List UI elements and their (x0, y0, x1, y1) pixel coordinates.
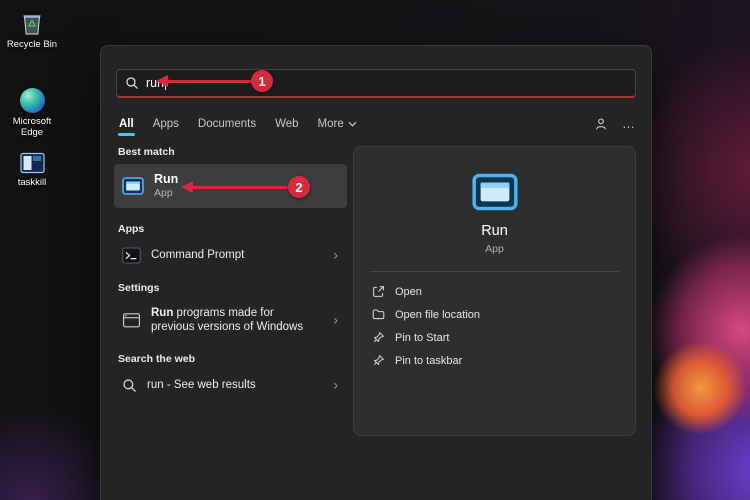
chevron-right-icon[interactable]: › (333, 377, 338, 393)
legacy-program-icon (122, 311, 141, 330)
tab-web[interactable]: Web (274, 116, 299, 132)
step1-arrow-line (167, 80, 252, 83)
tab-label: Apps (153, 118, 179, 130)
desktop-icon-label: taskkill (18, 177, 47, 188)
tab-label: Documents (198, 118, 256, 130)
result-text: Run App (154, 172, 178, 200)
pin-icon (372, 331, 385, 344)
search-icon (125, 76, 139, 90)
tab-label: More (318, 118, 344, 130)
preview-title: Run (481, 223, 508, 239)
section-header-best-match: Best match (118, 146, 343, 158)
result-label: run - See web results (147, 379, 256, 391)
desktop-icon-taskkill[interactable]: taskkill (4, 152, 60, 188)
desktop-icon-label: Recycle Bin (7, 39, 57, 50)
result-title: Run (154, 172, 178, 186)
run-app-icon-large (472, 173, 518, 211)
search-panel: run All Apps Documents Web More (100, 45, 652, 500)
preview-subtitle: App (485, 243, 504, 255)
result-label: Run programs made for previous versions … (151, 306, 303, 334)
result-command-prompt[interactable]: Command Prompt › (114, 241, 347, 269)
account-icon[interactable] (594, 117, 608, 131)
folder-icon (372, 308, 385, 321)
tab-documents[interactable]: Documents (197, 116, 257, 132)
section-header-settings: Settings (118, 282, 343, 294)
action-pin-to-start[interactable]: Pin to Start (372, 326, 617, 349)
tab-label: All (119, 118, 134, 130)
result-web-search[interactable]: run - See web results › (114, 371, 347, 399)
section-header-apps: Apps (118, 223, 343, 235)
edge-icon (20, 88, 45, 113)
tabs-right-controls: … (594, 117, 636, 131)
search-icon (122, 378, 137, 393)
action-label: Open file location (395, 309, 480, 321)
action-open-file-location[interactable]: Open file location (372, 303, 617, 326)
command-prompt-icon (122, 246, 141, 265)
search-filter-tabs: All Apps Documents Web More (118, 113, 636, 135)
pin-icon (372, 354, 385, 367)
search-input[interactable]: run (116, 69, 636, 98)
desktop-icon-label: Microsoft Edge (4, 116, 60, 138)
action-pin-to-taskbar[interactable]: Pin to taskbar (372, 349, 617, 372)
action-label: Open (395, 286, 422, 298)
desktop-icon-recycle-bin[interactable]: Recycle Bin (4, 10, 60, 50)
result-run-compatibility[interactable]: Run programs made for previous versions … (114, 300, 347, 340)
result-subtitle: App (154, 186, 178, 200)
action-label: Pin to Start (395, 332, 449, 344)
recycle-bin-icon (20, 10, 44, 36)
step2-arrow-line (192, 186, 289, 189)
chevron-down-icon (348, 121, 357, 127)
result-label: Command Prompt (151, 249, 244, 261)
chevron-right-icon[interactable]: › (333, 312, 338, 328)
action-open[interactable]: Open (372, 280, 617, 303)
taskkill-icon (20, 152, 45, 174)
divider (370, 271, 619, 272)
tab-apps[interactable]: Apps (152, 116, 180, 132)
action-label: Pin to taskbar (395, 355, 462, 367)
tab-label: Web (275, 118, 298, 130)
step1-badge: 1 (251, 70, 273, 92)
more-options-icon[interactable]: … (622, 121, 636, 127)
open-icon (372, 285, 385, 298)
desktop-icon-microsoft-edge[interactable]: Microsoft Edge (4, 88, 60, 138)
desktop: Recycle Bin Microsoft Edge taskkill run … (0, 0, 750, 500)
step2-badge: 2 (288, 176, 310, 198)
section-header-search-the-web: Search the web (118, 353, 343, 365)
results-list: Best match Run App Apps (114, 146, 347, 399)
tab-more[interactable]: More (317, 116, 358, 132)
chevron-right-icon[interactable]: › (333, 247, 338, 263)
preview-actions: Open Open file location Pin to Start (354, 280, 635, 372)
tab-all[interactable]: All (118, 116, 135, 132)
run-app-icon (122, 177, 144, 195)
preview-panel: Run App Open Open file location (353, 146, 636, 436)
